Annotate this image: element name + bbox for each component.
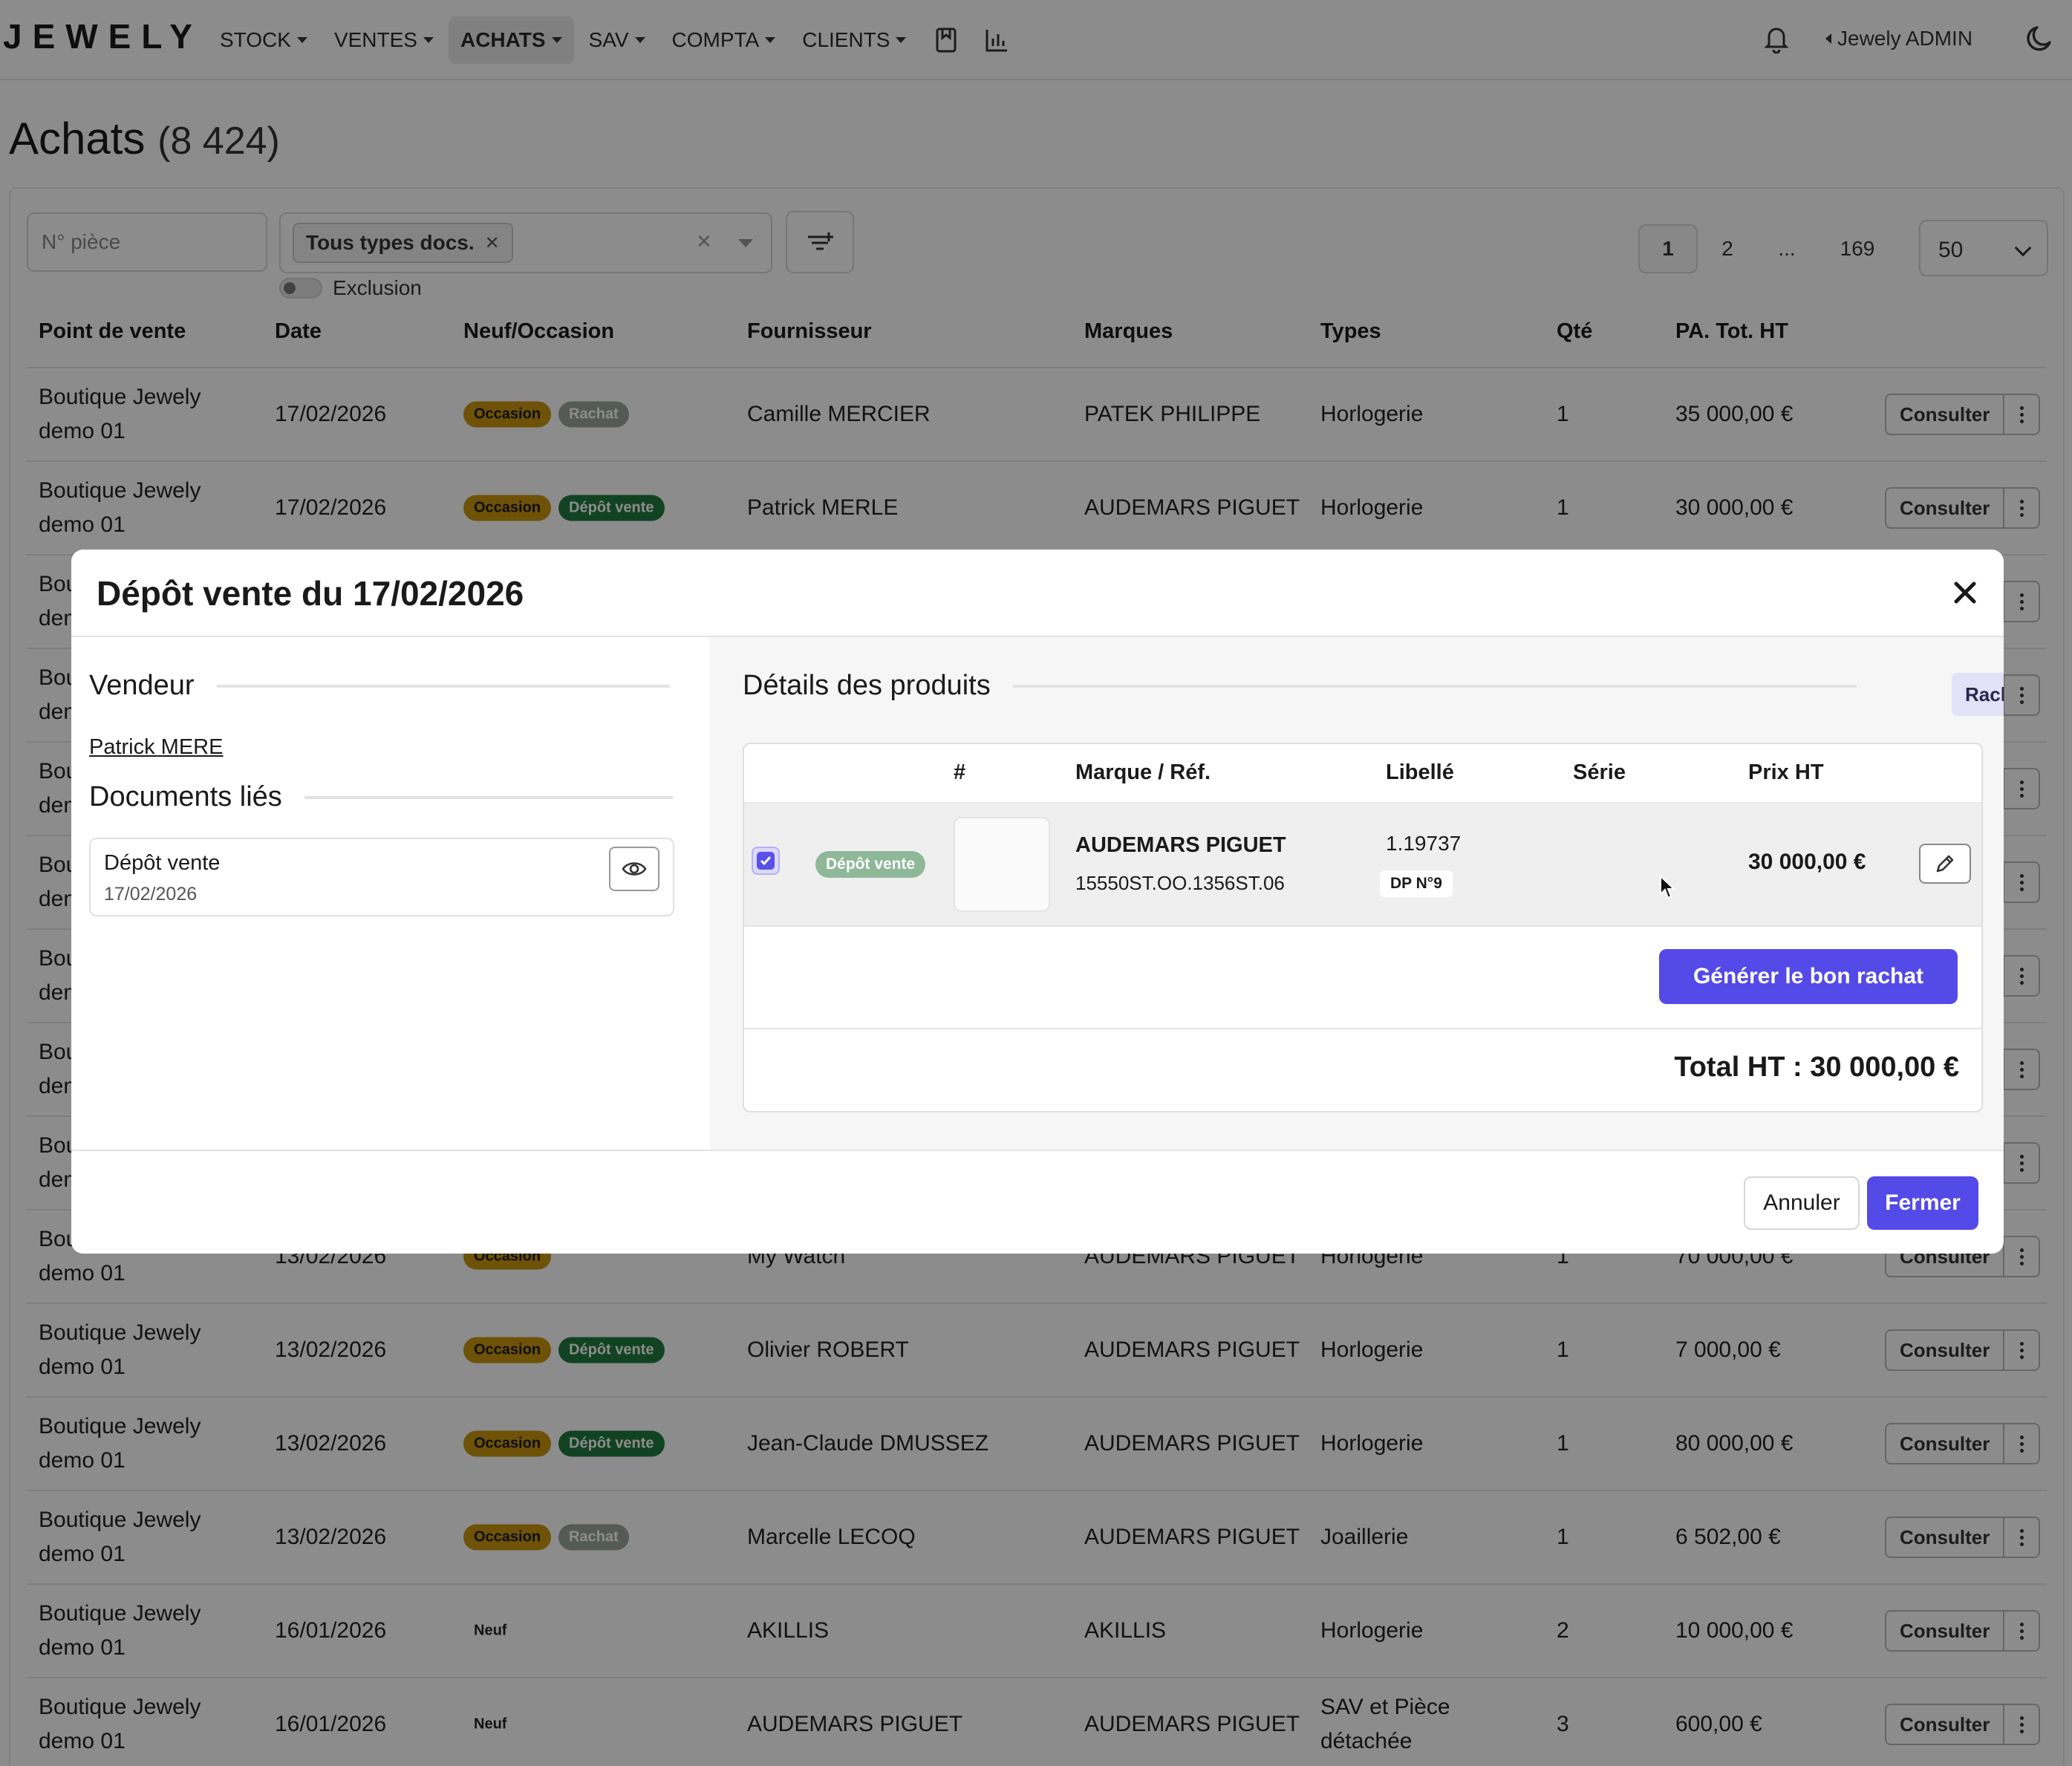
- details-section-heading: Détails des produits: [743, 670, 1857, 702]
- doc-date: 17/02/2026: [104, 884, 198, 905]
- vendor-link[interactable]: Patrick MERE: [89, 735, 223, 760]
- eye-icon: [622, 862, 647, 876]
- divider: [1012, 684, 1857, 688]
- pencil-icon: [1936, 855, 1954, 873]
- close-button[interactable]: Fermer: [1867, 1176, 1978, 1230]
- header-num: #: [954, 760, 966, 784]
- total-ht: Total HT : 30 000,00 €: [1674, 1052, 1959, 1083]
- product-brand: AUDEMARS PIGUET: [1075, 833, 1286, 857]
- modal-right-pane: Détails des produits Racheter # Marque /…: [710, 637, 2004, 1150]
- modal-title: Dépôt vente du 17/02/2026: [97, 574, 524, 613]
- modal-left-pane: Vendeur Patrick MERE Documents liés Dépô…: [71, 637, 710, 1150]
- check-icon: [757, 852, 775, 870]
- depot-vente-badge: Dépôt vente: [815, 851, 926, 878]
- product-price: 30 000,00 €: [1748, 850, 1866, 874]
- vendor-section-heading: Vendeur: [89, 670, 670, 702]
- dp-number-badge: DP N°9: [1380, 870, 1453, 897]
- details-heading: Détails des produits: [743, 670, 991, 701]
- header-serie: Série: [1573, 760, 1626, 784]
- divider: [744, 1028, 1981, 1029]
- product-ref: 15550ST.OO.1356ST.06: [1075, 872, 1285, 894]
- racheter-button[interactable]: Racheter: [1952, 673, 2004, 716]
- divider: [304, 795, 673, 799]
- mouse-cursor-icon: [1660, 875, 1675, 899]
- header-marque-ref: Marque / Réf.: [1075, 760, 1211, 784]
- view-document-button[interactable]: [609, 847, 659, 891]
- header-libelle: Libellé: [1386, 760, 1454, 784]
- docs-heading: Documents liés: [89, 781, 282, 812]
- doc-name: Dépôt vente: [104, 851, 221, 875]
- docs-section-heading: Documents liés: [89, 781, 673, 813]
- products-table: # Marque / Réf. Libellé Série Prix HT Dé…: [743, 743, 1983, 1112]
- products-table-header: # Marque / Réf. Libellé Série Prix HT: [744, 744, 1981, 804]
- modal-footer: Annuler Fermer: [71, 1150, 2004, 1254]
- linked-document-card: Dépôt vente 17/02/2026: [89, 838, 674, 916]
- edit-product-button[interactable]: [1919, 844, 1971, 884]
- close-icon[interactable]: [1950, 578, 1980, 607]
- depot-vente-modal: Dépôt vente du 17/02/2026 Vendeur Patric…: [71, 550, 2004, 1254]
- vendor-heading: Vendeur: [89, 670, 195, 701]
- divider: [216, 684, 670, 688]
- product-libelle: 1.19737: [1386, 832, 1462, 855]
- generate-buyback-button[interactable]: Générer le bon rachat: [1659, 949, 1958, 1004]
- product-row: Dépôt vente AUDEMARS PIGUET 15550ST.OO.1…: [744, 804, 1981, 927]
- header-prix-ht: Prix HT: [1748, 760, 1824, 784]
- modal-header: Dépôt vente du 17/02/2026: [71, 550, 2004, 637]
- cancel-button[interactable]: Annuler: [1744, 1176, 1860, 1230]
- product-thumbnail: [954, 817, 1050, 912]
- product-checkbox[interactable]: [752, 847, 780, 875]
